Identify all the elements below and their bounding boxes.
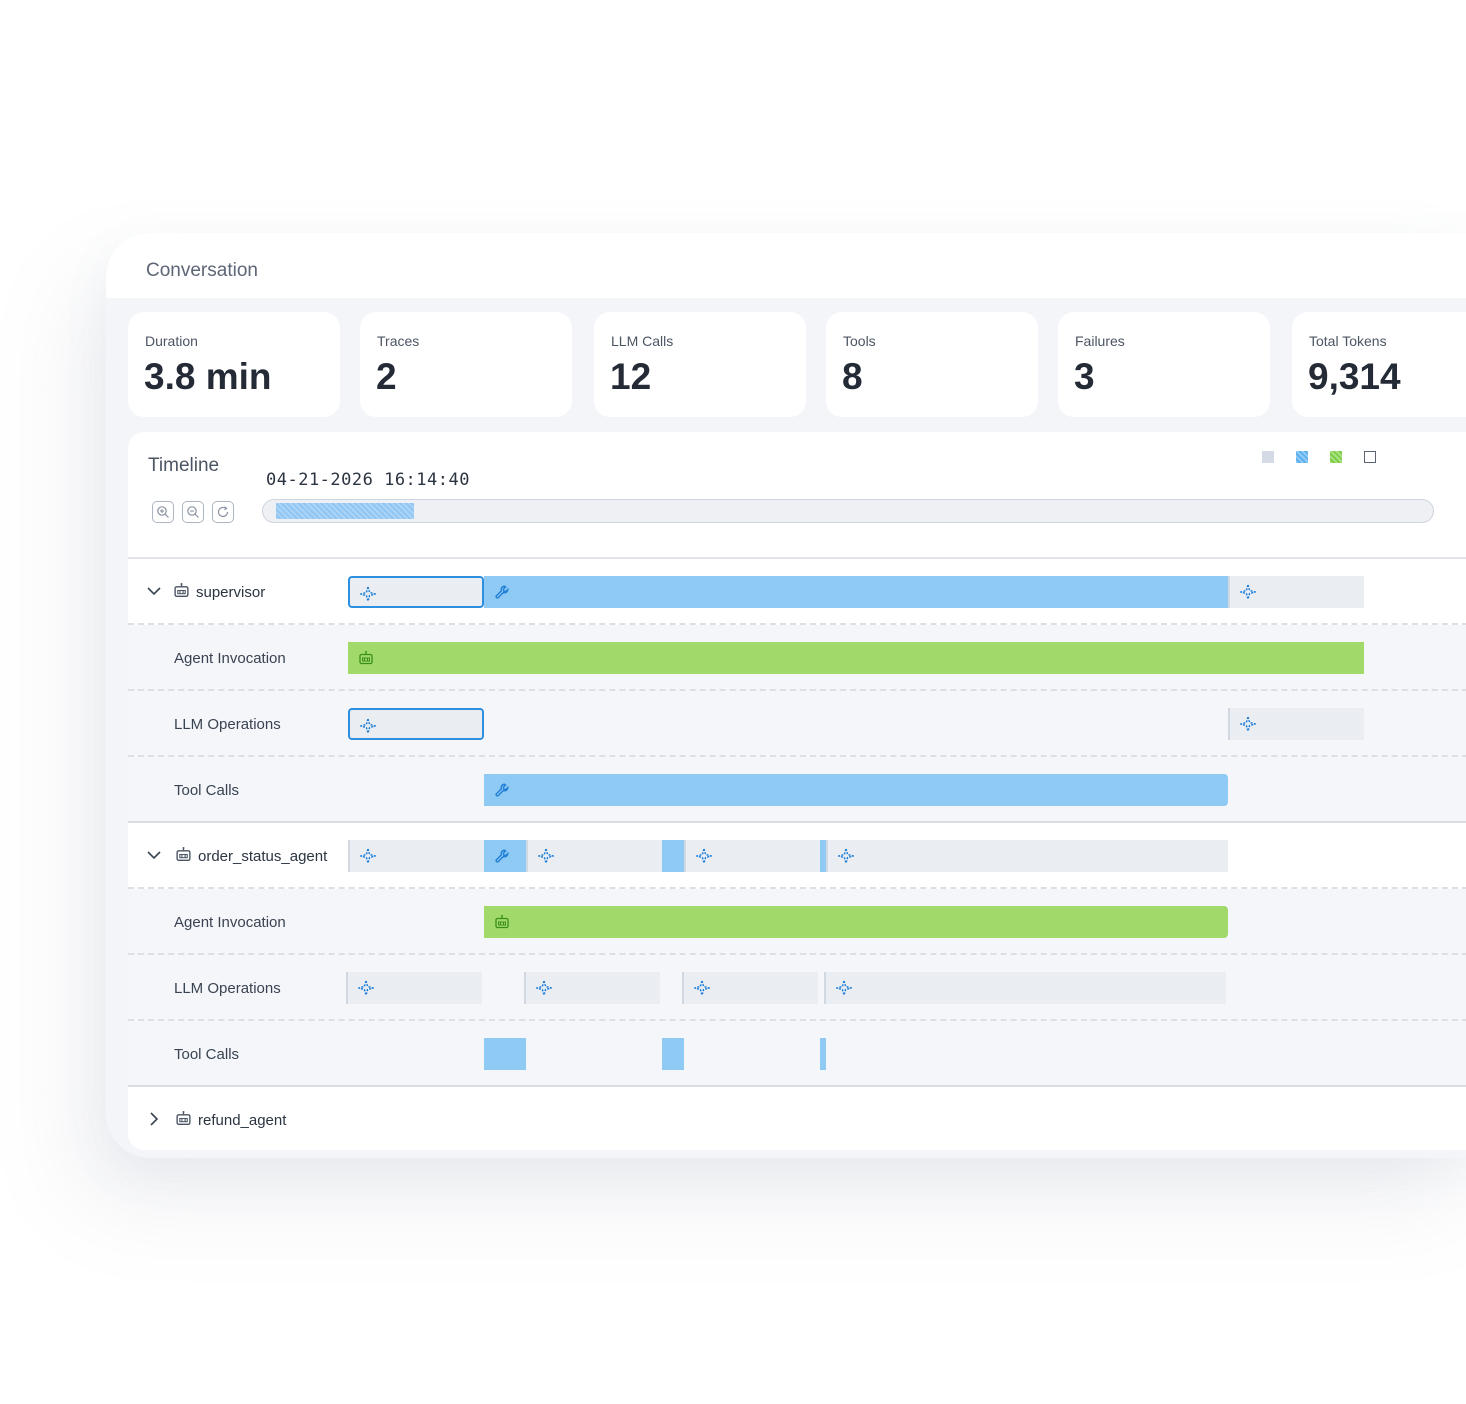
legend-other-swatch[interactable] — [1364, 451, 1376, 463]
sparkle-icon — [694, 980, 710, 996]
agent-invocation-row: Agent Invocation — [128, 625, 1466, 691]
tool-span-bar[interactable] — [484, 840, 526, 872]
agent-name: supervisor — [196, 584, 266, 601]
agent-invocation-bar[interactable] — [484, 906, 1228, 938]
llm-span-bar[interactable] — [684, 840, 820, 872]
agent-invocation-row: Agent Invocation — [128, 889, 1466, 955]
stat-label: Tools — [843, 333, 876, 349]
stat-card-failures: Failures 3 — [1058, 312, 1270, 417]
stat-card-total-tokens: Total Tokens 9,314 — [1292, 312, 1466, 417]
agent-row-order-status-agent[interactable]: order_status_agent — [128, 823, 1466, 889]
tool-span-bar[interactable] — [484, 1038, 526, 1070]
llm-span-bar[interactable] — [348, 840, 484, 872]
robot-icon — [494, 914, 510, 930]
sparkle-icon — [358, 980, 374, 996]
sparkle-icon — [1240, 584, 1256, 600]
sparkle-icon — [538, 848, 554, 864]
stat-card-tools: Tools 8 — [826, 312, 1038, 417]
robot-icon — [358, 650, 374, 666]
sparkle-icon — [1240, 716, 1256, 732]
llm-operations-row: LLM Operations — [128, 955, 1466, 1021]
wrench-icon — [494, 848, 510, 864]
tool-span-bar[interactable] — [484, 774, 1228, 806]
agent-name: refund_agent — [198, 1112, 287, 1129]
tool-span-bar[interactable] — [484, 576, 1228, 608]
chevron-right-icon[interactable] — [146, 1111, 162, 1127]
sparkle-icon — [836, 980, 852, 996]
zoom-in-button[interactable] — [152, 501, 174, 523]
stat-card-traces: Traces 2 — [360, 312, 572, 417]
agent-name: order_status_agent — [198, 848, 328, 865]
agent-invocation-bar[interactable] — [348, 642, 1364, 674]
robot-icon — [175, 1110, 192, 1127]
reset-icon — [217, 506, 229, 518]
row-label: Agent Invocation — [174, 650, 286, 667]
stat-card-duration: Duration 3.8 min — [128, 312, 340, 417]
stat-label: Failures — [1075, 333, 1125, 349]
llm-span-bar[interactable] — [526, 840, 662, 872]
timeline-panel: Timeline 04-21-2026 16:14:40 supervisor … — [128, 432, 1466, 1150]
stat-card-llm-calls: LLM Calls 12 — [594, 312, 806, 417]
stat-value: 8 — [842, 356, 863, 397]
tool-span-bar[interactable] — [662, 840, 684, 872]
timeline-timestamp: 04-21-2026 16:14:40 — [266, 470, 470, 490]
legend-tool-swatch[interactable] — [1296, 451, 1308, 463]
llm-span-bar[interactable] — [1228, 708, 1364, 740]
wrench-icon — [494, 782, 510, 798]
llm-span-bar[interactable] — [1228, 576, 1364, 608]
reset-zoom-button[interactable] — [212, 501, 234, 523]
stat-value: 2 — [376, 356, 397, 397]
llm-span-bar[interactable] — [826, 840, 1228, 872]
tool-span-bar[interactable] — [662, 1038, 684, 1070]
llm-span-bar[interactable] — [824, 972, 1226, 1004]
llm-span-bar[interactable] — [682, 972, 818, 1004]
conversation-panel: Conversation Duration 3.8 min Traces 2 L… — [106, 233, 1466, 1158]
row-label: Tool Calls — [174, 782, 240, 799]
wrench-icon — [494, 584, 510, 600]
agent-row-refund-agent[interactable]: refund_agent — [128, 1087, 1466, 1150]
sparkle-icon — [360, 586, 376, 602]
zoom-in-icon — [157, 506, 169, 518]
agent-row-supervisor[interactable]: supervisor — [128, 559, 1466, 625]
llm-span-bar[interactable] — [348, 708, 484, 740]
stat-label: LLM Calls — [611, 333, 674, 349]
sparkle-icon — [696, 848, 712, 864]
llm-span-bar[interactable] — [524, 972, 660, 1004]
legend-llm-swatch[interactable] — [1262, 451, 1274, 463]
sparkle-icon — [838, 848, 854, 864]
tool-span-bar[interactable] — [820, 1038, 826, 1070]
panel-header: Conversation — [106, 233, 1466, 298]
llm-span-bar[interactable] — [346, 972, 482, 1004]
stat-value: 12 — [610, 356, 652, 397]
chevron-down-icon[interactable] — [146, 847, 162, 863]
stat-value: 3.8 min — [144, 356, 272, 397]
robot-icon — [175, 846, 192, 863]
sparkle-icon — [360, 848, 376, 864]
stat-label: Duration — [145, 333, 198, 349]
stat-value: 9,314 — [1308, 356, 1401, 397]
chevron-down-icon[interactable] — [146, 583, 162, 599]
stat-label: Total Tokens — [1309, 333, 1387, 349]
zoom-out-icon — [187, 506, 199, 518]
stat-value: 3 — [1074, 356, 1095, 397]
sparkle-icon — [360, 718, 376, 734]
row-label: Agent Invocation — [174, 914, 286, 931]
stat-label: Traces — [377, 333, 420, 349]
row-label: Tool Calls — [174, 1046, 240, 1063]
timeline-title: Timeline — [148, 455, 220, 476]
page-title: Conversation — [146, 260, 258, 281]
sparkle-icon — [536, 980, 552, 996]
scrubber-window[interactable] — [276, 503, 414, 519]
zoom-out-button[interactable] — [182, 501, 204, 523]
row-label: LLM Operations — [174, 980, 281, 997]
row-label: LLM Operations — [174, 716, 281, 733]
robot-icon — [173, 582, 190, 599]
tool-calls-row: Tool Calls — [128, 757, 1466, 823]
llm-span-bar[interactable] — [348, 576, 484, 608]
llm-operations-row: LLM Operations — [128, 691, 1466, 757]
legend-invocation-swatch[interactable] — [1330, 451, 1342, 463]
tool-calls-row: Tool Calls — [128, 1021, 1466, 1087]
timeline-scrubber[interactable] — [262, 499, 1434, 523]
